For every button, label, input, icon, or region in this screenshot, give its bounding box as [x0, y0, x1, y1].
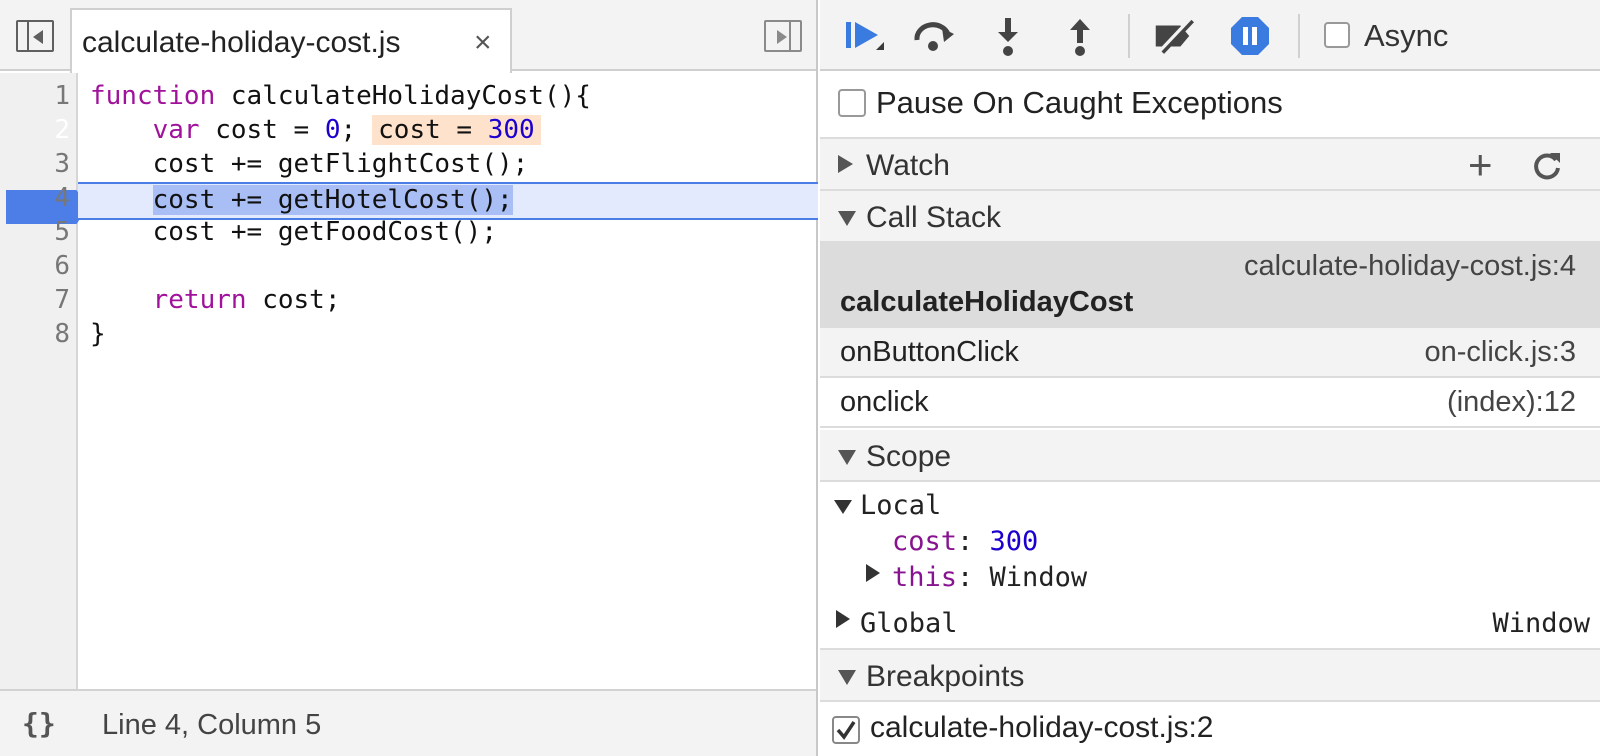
expand-arrow-icon — [838, 155, 853, 173]
call-frame-function: onclick — [840, 386, 929, 418]
refresh-icon[interactable] — [1532, 151, 1562, 181]
inline-value-badge: cost = 300 — [372, 115, 541, 145]
collapse-arrow-icon — [838, 211, 856, 226]
scope-variable[interactable]: cost: 300 — [892, 526, 1038, 557]
call-stack-section-header[interactable]: Call Stack — [820, 191, 1600, 243]
resume-button[interactable] — [842, 14, 886, 58]
deactivate-breakpoints-button[interactable] — [1154, 14, 1198, 58]
pretty-print-button[interactable]: {} — [22, 707, 56, 740]
code-selection: cost += getHotelCost(); — [152, 185, 513, 215]
cursor-position: Line 4, Column 5 — [102, 709, 322, 741]
pause-on-exceptions-icon — [1231, 17, 1269, 55]
call-frame-location: (index):12 — [1447, 386, 1576, 418]
file-tab-label: calculate-holiday-cost.js — [82, 26, 401, 59]
breakpoints-title: Breakpoints — [866, 660, 1025, 693]
scope-global-value: Window — [1492, 608, 1590, 639]
debugger-toolbar: Async — [820, 0, 1600, 71]
code-line[interactable]: cost += getHotelCost(); — [90, 183, 513, 217]
step-into-button[interactable] — [986, 14, 1030, 58]
line-number-gutter[interactable]: 1 2 3 4 5 6 7 8 — [0, 73, 88, 689]
line-number[interactable]: 3 — [0, 147, 70, 181]
deactivate-breakpoints-icon — [1155, 18, 1194, 54]
expand-arrow-icon[interactable] — [836, 610, 850, 628]
step-over-button[interactable] — [912, 14, 956, 58]
breakpoint-label[interactable]: calculate-holiday-cost.js:2 — [870, 711, 1214, 745]
pause-on-caught-label: Pause On Caught Exceptions — [876, 85, 1283, 120]
breakpoints-section-header[interactable]: Breakpoints — [820, 650, 1600, 702]
editor-tab-bar: calculate-holiday-cost.js × — [0, 0, 816, 73]
editor-status-bar: {} Line 4, Column 5 — [0, 689, 816, 756]
toolbar-separator — [1128, 14, 1130, 58]
file-tab[interactable]: calculate-holiday-cost.js × — [70, 8, 512, 73]
call-frame-location: on-click.js:3 — [1424, 336, 1577, 368]
step-into-icon — [998, 18, 1018, 56]
debugger-sidebar: Async Pause On Caught Exceptions Watch +… — [820, 0, 1600, 756]
code-line[interactable]: cost += getFoodCost(); — [90, 215, 497, 249]
async-checkbox[interactable] — [1324, 22, 1350, 48]
scope-tree: Local cost: 300 this: Window Global Wind… — [820, 482, 1600, 650]
scope-local-label[interactable]: Local — [860, 490, 941, 521]
code-line[interactable]: } — [90, 317, 106, 351]
line-number[interactable]: 1 — [0, 79, 70, 113]
line-number[interactable]: 6 — [0, 249, 70, 283]
pause-on-caught-checkbox[interactable] — [838, 89, 866, 117]
step-over-icon — [914, 22, 954, 51]
code-line[interactable]: return cost; — [90, 283, 341, 317]
collapse-arrow-icon — [838, 450, 856, 465]
scope-title: Scope — [866, 440, 952, 473]
call-stack-title: Call Stack — [866, 201, 1002, 234]
toggle-navigator-icon[interactable] — [16, 20, 54, 52]
collapse-arrow-icon — [838, 670, 856, 685]
line-number[interactable]: 7 — [0, 283, 70, 317]
code-line[interactable]: cost += getFlightCost(); — [90, 147, 529, 181]
scope-variable[interactable]: this: Window — [892, 562, 1087, 593]
code-line[interactable]: var cost = 0; cost = 300 — [90, 113, 541, 147]
code-line[interactable]: function calculateHolidayCost(){ — [90, 79, 591, 113]
resume-icon — [846, 22, 884, 50]
scope-section-header[interactable]: Scope — [820, 430, 1600, 482]
expand-arrow-icon[interactable] — [866, 564, 880, 582]
pause-on-exceptions-button[interactable] — [1228, 14, 1272, 58]
pause-on-caught-row: Pause On Caught Exceptions — [820, 71, 1600, 139]
call-frame[interactable]: onButtonClick on-click.js:3 — [820, 328, 1600, 378]
watch-section-header[interactable]: Watch + — [820, 139, 1600, 191]
scope-global-label[interactable]: Global — [860, 608, 958, 639]
step-out-button[interactable] — [1058, 14, 1102, 58]
call-frame-function: onButtonClick — [840, 336, 1019, 368]
line-number[interactable]: 8 — [0, 317, 70, 351]
code-area[interactable]: function calculateHolidayCost(){ var cos… — [80, 73, 816, 689]
line-number[interactable]: 5 — [0, 215, 70, 249]
add-watch-button[interactable]: + — [1468, 141, 1493, 189]
source-editor-pane: calculate-holiday-cost.js × 1 2 3 4 5 6 … — [0, 0, 818, 756]
close-icon[interactable]: × — [474, 26, 492, 60]
toggle-debugger-icon[interactable] — [764, 20, 802, 52]
checkmark-icon — [836, 721, 856, 740]
line-number[interactable]: 2 — [0, 113, 70, 147]
call-frame-selected[interactable]: calculate-holiday-cost.js:4 calculateHol… — [820, 242, 1600, 328]
call-frame-location: calculate-holiday-cost.js:4 — [1243, 250, 1576, 282]
collapse-arrow-icon[interactable] — [834, 500, 852, 514]
call-frame[interactable]: onclick (index):12 — [820, 378, 1600, 428]
watch-title: Watch — [866, 149, 950, 182]
call-frame-function: calculateHolidayCost — [840, 286, 1134, 318]
toolbar-separator — [1298, 14, 1300, 58]
async-label: Async — [1364, 18, 1449, 53]
line-number[interactable]: 4 — [0, 181, 70, 215]
step-out-icon — [1070, 19, 1090, 56]
breakpoint-checkbox[interactable] — [832, 716, 860, 744]
